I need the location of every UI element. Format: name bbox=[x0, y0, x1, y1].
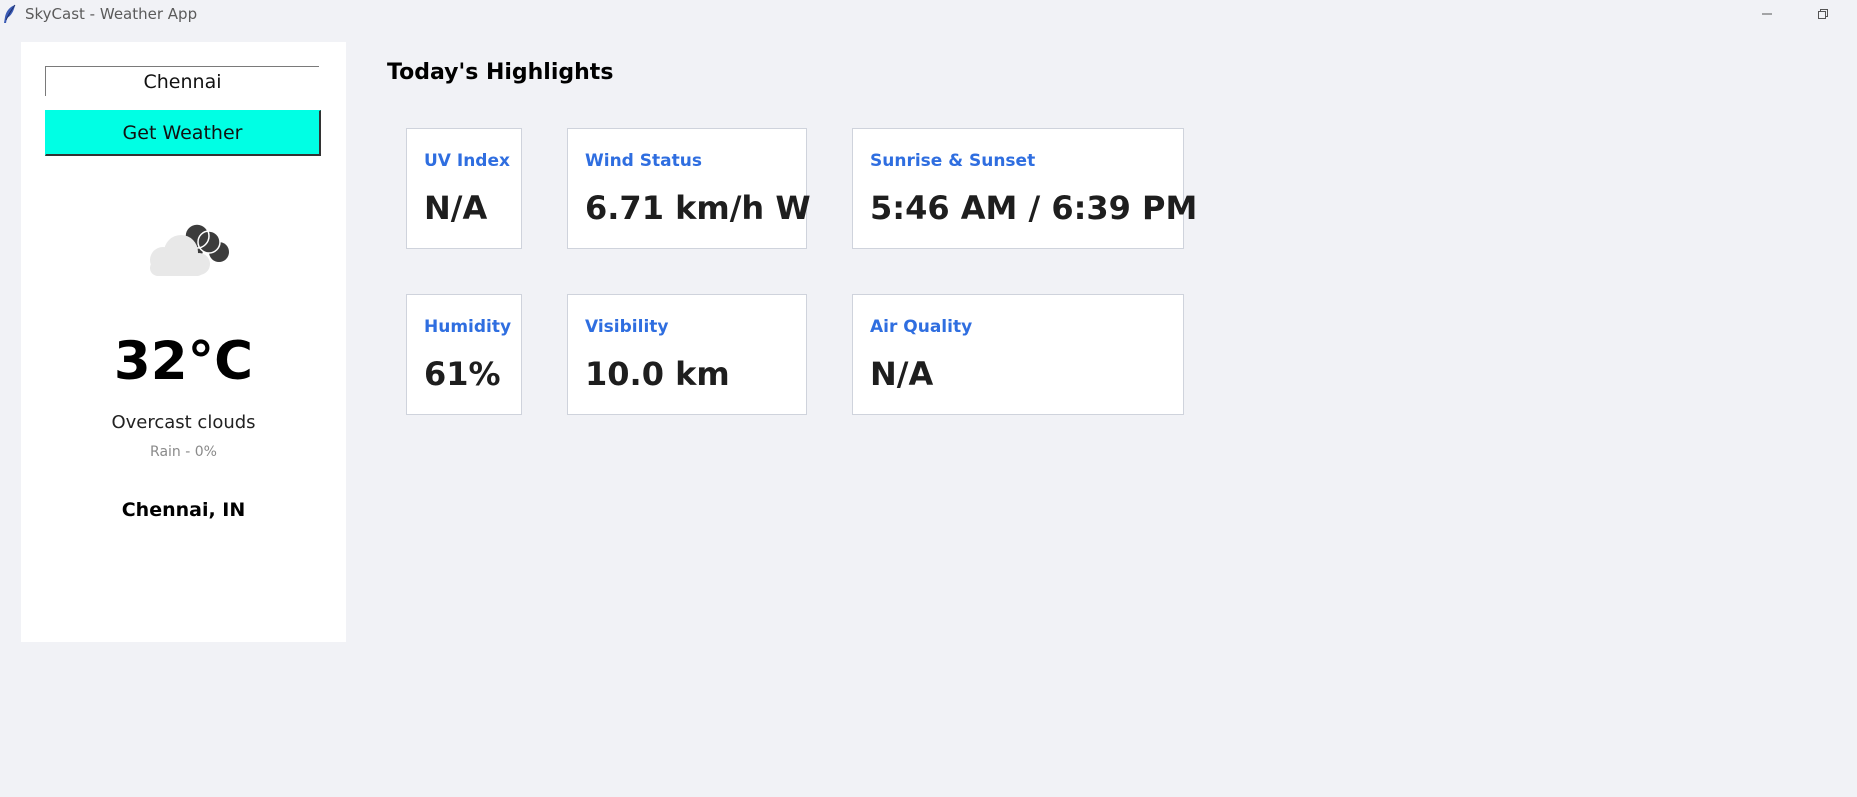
overcast-cloud-icon bbox=[137, 214, 233, 280]
card-value: 61% bbox=[424, 355, 501, 393]
card-value: 10.0 km bbox=[585, 355, 730, 393]
humidity-card: Humidity 61% bbox=[406, 294, 522, 415]
visibility-card: Visibility 10.0 km bbox=[567, 294, 807, 415]
card-label: Air Quality bbox=[870, 317, 973, 337]
window-title: SkyCast - Weather App bbox=[25, 5, 198, 23]
wind-status-card: Wind Status 6.71 km/h W bbox=[567, 128, 811, 249]
card-label: Wind Status bbox=[585, 151, 702, 171]
card-label: UV Index bbox=[424, 151, 510, 171]
card-value: N/A bbox=[424, 189, 488, 227]
card-label: Visibility bbox=[585, 317, 669, 337]
restore-icon bbox=[1817, 5, 1829, 24]
weather-condition: Overcast clouds bbox=[111, 412, 256, 433]
minimize-icon bbox=[1761, 5, 1773, 24]
uv-index-card: UV Index N/A bbox=[406, 128, 522, 249]
card-value: 5:46 AM / 6:39 PM bbox=[870, 189, 1198, 227]
air-quality-card: Air Quality N/A bbox=[852, 294, 1184, 415]
temperature: 32°C bbox=[113, 331, 254, 392]
card-label: Humidity bbox=[424, 317, 512, 337]
current-weather-panel: Get Weather 32°C Overcast clouds Rain - … bbox=[21, 42, 346, 642]
get-weather-button[interactable]: Get Weather bbox=[45, 110, 321, 156]
highlights-title: Today's Highlights bbox=[387, 60, 614, 85]
location-label: Chennai, IN bbox=[121, 499, 246, 521]
sunrise-sunset-card: Sunrise & Sunset 5:46 AM / 6:39 PM bbox=[852, 128, 1197, 249]
restore-button[interactable] bbox=[1795, 0, 1851, 29]
city-input[interactable] bbox=[45, 66, 319, 96]
feather-icon bbox=[3, 4, 17, 24]
card-value: 6.71 km/h W bbox=[585, 189, 811, 227]
title-bar: SkyCast - Weather App bbox=[0, 0, 1857, 29]
rain-chance: Rain - 0% bbox=[150, 444, 217, 460]
card-value: N/A bbox=[870, 355, 934, 393]
minimize-button[interactable] bbox=[1739, 0, 1795, 29]
card-label: Sunrise & Sunset bbox=[870, 151, 1036, 171]
